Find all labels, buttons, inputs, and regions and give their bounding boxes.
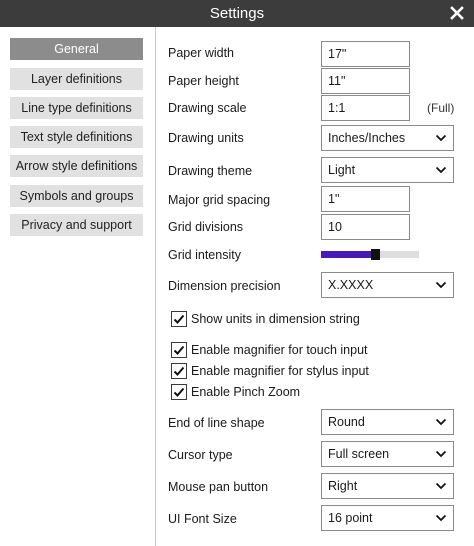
magnifier-touch-label: Enable magnifier for touch input (191, 343, 368, 357)
chevron-down-icon (435, 281, 447, 289)
sidebar-item-text-style-definitions[interactable]: Text style definitions (10, 126, 143, 148)
slider-fill (321, 251, 371, 258)
ui-font-size-label: UI Font Size (168, 512, 237, 526)
end-of-line-shape-value: Round (328, 415, 365, 429)
grid-intensity-label: Grid intensity (168, 248, 241, 262)
paper-height-field[interactable]: 11" (321, 68, 410, 94)
show-units-checkbox[interactable] (171, 311, 187, 327)
dimension-precision-label: Dimension precision (168, 279, 281, 293)
ui-font-size-select[interactable]: 16 point (321, 505, 454, 531)
checkmark-icon (173, 345, 185, 355)
chevron-down-icon (435, 514, 447, 522)
sidebar-item-privacy-and-support[interactable]: Privacy and support (10, 214, 143, 236)
checkmark-icon (173, 366, 185, 376)
cursor-type-value: Full screen (328, 447, 390, 461)
drawing-scale-label: Drawing scale (168, 101, 247, 115)
sidebar-item-layer-definitions[interactable]: Layer definitions (10, 68, 143, 90)
paper-width-label: Paper width (168, 46, 235, 60)
ui-font-size-value: 16 point (328, 511, 373, 525)
drawing-theme-select[interactable]: Light (321, 157, 454, 183)
drawing-scale-suffix: (Full) (427, 101, 455, 115)
mouse-pan-button-select[interactable]: Right (321, 473, 454, 499)
drawing-theme-label: Drawing theme (168, 164, 253, 178)
chevron-down-icon (435, 134, 447, 142)
sidebar-item-arrow-style-definitions[interactable]: Arrow style definitions (10, 155, 143, 177)
title-bar: Settings (0, 0, 474, 27)
pinch-zoom-checkbox[interactable] (171, 384, 187, 400)
drawing-units-value: Inches/Inches (328, 131, 406, 145)
magnifier-stylus-checkbox[interactable] (171, 363, 187, 379)
grid-divisions-field[interactable]: 10 (321, 214, 410, 240)
grid-divisions-label: Grid divisions (168, 220, 244, 234)
magnifier-stylus-label: Enable magnifier for stylus input (191, 364, 369, 378)
paper-height-label: Paper height (168, 74, 239, 88)
window-title: Settings (209, 5, 265, 22)
show-units-label: Show units in dimension string (191, 312, 360, 326)
cursor-type-select[interactable]: Full screen (321, 441, 454, 467)
panel-divider (155, 27, 156, 546)
drawing-units-select[interactable]: Inches/Inches (321, 125, 454, 151)
sidebar: General Layer definitions Line type defi… (0, 27, 154, 546)
checkmark-icon (173, 387, 185, 397)
slider-thumb[interactable] (371, 249, 380, 260)
cursor-type-label: Cursor type (168, 448, 233, 462)
major-grid-spacing-field[interactable]: 1" (321, 186, 410, 212)
sidebar-item-general[interactable]: General (10, 38, 143, 60)
sidebar-item-symbols-and-groups[interactable]: Symbols and groups (10, 185, 143, 207)
dimension-precision-value: X.XXXX (328, 278, 374, 292)
chevron-down-icon (435, 166, 447, 174)
mouse-pan-button-label: Mouse pan button (168, 480, 269, 494)
major-grid-spacing-label: Major grid spacing (168, 193, 271, 207)
end-of-line-shape-select[interactable]: Round (321, 409, 454, 435)
grid-intensity-slider[interactable] (321, 249, 419, 260)
chevron-down-icon (435, 418, 447, 426)
dimension-precision-select[interactable]: X.XXXX (321, 272, 454, 298)
pinch-zoom-label: Enable Pinch Zoom (191, 385, 301, 399)
checkmark-icon (173, 314, 185, 324)
chevron-down-icon (435, 450, 447, 458)
end-of-line-shape-label: End of line shape (168, 416, 265, 430)
close-icon[interactable] (448, 4, 466, 22)
sidebar-item-line-type-definitions[interactable]: Line type definitions (10, 97, 143, 119)
mouse-pan-button-value: Right (328, 479, 358, 493)
drawing-theme-value: Light (328, 163, 356, 177)
chevron-down-icon (435, 482, 447, 490)
drawing-scale-field[interactable]: 1:1 (321, 95, 410, 121)
drawing-units-label: Drawing units (168, 131, 244, 145)
magnifier-touch-checkbox[interactable] (171, 342, 187, 358)
paper-width-field[interactable]: 17" (321, 41, 410, 67)
